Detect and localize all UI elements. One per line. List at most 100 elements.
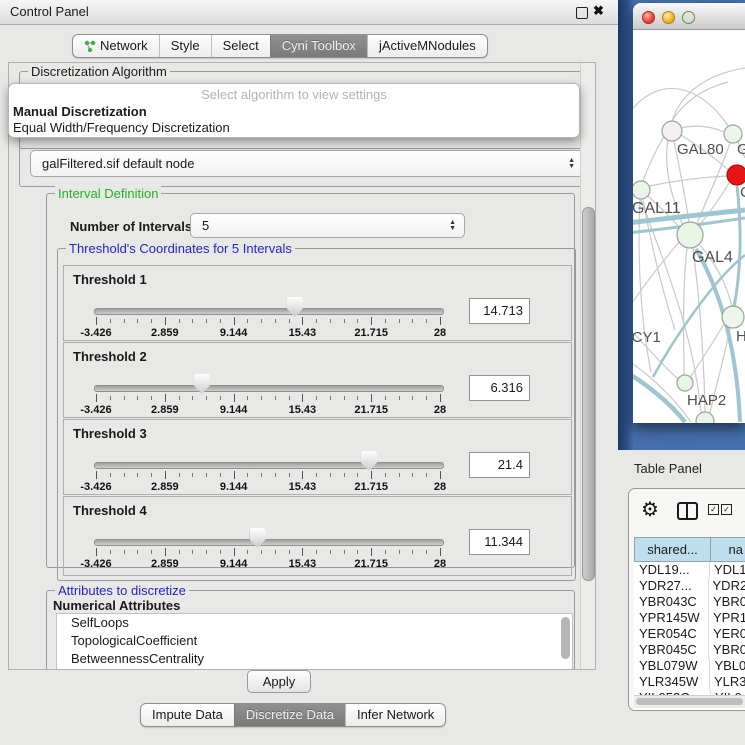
- network-node[interactable]: [677, 375, 693, 391]
- slider-tick: [192, 473, 193, 477]
- slider-tick: [137, 396, 138, 400]
- network-node[interactable]: [633, 181, 650, 199]
- tab-jactivemnodules[interactable]: jActiveMNodules: [367, 35, 487, 57]
- table-row[interactable]: YPR145WYPR1: [634, 610, 745, 626]
- float-window-icon[interactable]: [576, 7, 588, 19]
- apply-button[interactable]: Apply: [247, 670, 311, 693]
- table-data-group: Table Data galFiltered.sif default node …: [19, 133, 591, 187]
- gear-icon[interactable]: ⚙: [641, 497, 659, 522]
- list-scrollbar[interactable]: [561, 617, 570, 659]
- list-item[interactable]: SelfLoops: [57, 614, 572, 632]
- slider-tick: [357, 396, 358, 400]
- table-hscrollbar[interactable]: [634, 695, 745, 708]
- list-item[interactable]: BetweennessCentrality: [57, 650, 572, 668]
- content-scrollbar-thumb[interactable]: [582, 207, 595, 581]
- network-node[interactable]: [677, 222, 703, 248]
- network-window-titlebar[interactable]: [633, 3, 745, 30]
- slider-tick: [165, 471, 166, 479]
- group-title: Threshold's Coordinates for 5 Intervals: [66, 241, 295, 256]
- slider-track[interactable]: [94, 385, 444, 392]
- network-node-label: GAL11: [633, 200, 681, 217]
- network-canvas[interactable]: GAL80GACGAL11GAL4HGCY1HAP2: [633, 30, 745, 423]
- network-node[interactable]: [662, 121, 682, 141]
- column-header-shared-name[interactable]: shared...: [634, 537, 711, 562]
- slider-tick: [302, 394, 303, 402]
- table-cell[interactable]: YBR0: [709, 594, 745, 610]
- network-node-label: GA: [737, 141, 745, 158]
- slider-tick: [440, 317, 441, 325]
- table-row[interactable]: YLR345WYLR3: [634, 674, 745, 690]
- slider-tick: [289, 550, 290, 554]
- close-traffic-light-icon[interactable]: [642, 11, 655, 24]
- slider-tick: [96, 394, 97, 402]
- select-columns-icon[interactable]: ✓ ✓: [708, 504, 732, 515]
- zoom-traffic-light-icon[interactable]: [682, 11, 695, 24]
- table-cell[interactable]: YER0: [709, 626, 745, 642]
- slider-tick: [110, 319, 111, 323]
- table-row[interactable]: YDL19...YDL1: [634, 562, 745, 578]
- slider-tick: [220, 319, 221, 323]
- slider-track[interactable]: [94, 462, 444, 469]
- column-header-name[interactable]: na: [711, 537, 745, 562]
- network-node[interactable]: [696, 412, 714, 423]
- table-cell[interactable]: YBR0: [709, 642, 745, 658]
- network-node[interactable]: [727, 165, 745, 185]
- table-cell[interactable]: YBR043C: [634, 594, 709, 610]
- table-row[interactable]: YBR045CYBR0: [634, 642, 745, 658]
- table-cell[interactable]: YER054C: [634, 626, 709, 642]
- table-cell[interactable]: YDR27...: [634, 578, 709, 594]
- slider-tick-label: 28: [434, 327, 446, 339]
- tab-select[interactable]: Select: [211, 35, 270, 57]
- column-layout-icon[interactable]: [677, 502, 698, 520]
- slider-tick: [137, 473, 138, 477]
- table-row[interactable]: YER054CYER0: [634, 626, 745, 642]
- slider-tick: [275, 396, 276, 400]
- slider-track[interactable]: [94, 308, 444, 315]
- slider-track[interactable]: [94, 539, 444, 546]
- close-icon[interactable]: ✖: [593, 3, 604, 19]
- table-row[interactable]: YDR27...YDR2: [634, 578, 745, 594]
- minimize-traffic-light-icon[interactable]: [662, 11, 675, 24]
- table-cell[interactable]: YBR045C: [634, 642, 709, 658]
- slider-tick: [302, 317, 303, 325]
- numerical-attributes-label: Numerical Attributes: [53, 598, 180, 613]
- tab-discretize-data[interactable]: Discretize Data: [234, 704, 345, 726]
- table-cell[interactable]: YLR3: [710, 674, 745, 690]
- threshold-value-field[interactable]: 11.344: [469, 529, 530, 555]
- menu-item-equal-width-frequency[interactable]: Equal Width/Frequency Discretization: [13, 120, 230, 135]
- network-node[interactable]: [722, 306, 744, 328]
- slider-tick: [110, 396, 111, 400]
- menu-item-manual-discretization[interactable]: Manual Discretization: [13, 104, 147, 119]
- tab-style[interactable]: Style: [159, 35, 211, 57]
- table-cell[interactable]: YPR145W: [634, 610, 709, 626]
- slider-tick-labels: -3.4262.8599.14415.4321.71528: [96, 558, 440, 570]
- list-item[interactable]: TopologicalCoefficient: [57, 632, 572, 650]
- slider-tick-label: 15.43: [289, 481, 317, 493]
- slider-tick: [289, 473, 290, 477]
- table-data-combobox[interactable]: galFiltered.sif default node ▲▼: [30, 150, 584, 177]
- num-intervals-combobox[interactable]: 5 ▲▼: [190, 213, 465, 238]
- threshold-value-field[interactable]: 21.4: [469, 452, 530, 478]
- table-rows: YDL19...YDL1YDR27...YDR2YBR043CYBR0YPR14…: [634, 562, 745, 710]
- tab-cyni-toolbox[interactable]: Cyni Toolbox: [270, 35, 367, 57]
- slider-tick-label: 28: [434, 558, 446, 570]
- tab-infer-network[interactable]: Infer Network: [345, 704, 445, 726]
- table-cell[interactable]: YDL19...: [634, 562, 710, 578]
- table-row[interactable]: YBL079WYBL0: [634, 658, 745, 674]
- slider-tick: [137, 550, 138, 554]
- threshold-value-field[interactable]: 14.713: [469, 298, 530, 324]
- table-cell[interactable]: YDR2: [709, 578, 745, 594]
- table-cell[interactable]: YPR1: [709, 610, 745, 626]
- slider-tick-label: 21.715: [354, 481, 388, 493]
- table-hscrollbar-thumb[interactable]: [636, 698, 743, 705]
- table-cell[interactable]: YBL0: [710, 658, 745, 674]
- table-cell[interactable]: YLR345W: [634, 674, 710, 690]
- table-cell[interactable]: YBL079W: [634, 658, 710, 674]
- table-cell[interactable]: YDL1: [710, 562, 745, 578]
- table-row[interactable]: YBR043CYBR0: [634, 594, 745, 610]
- tab-network[interactable]: Network: [73, 35, 159, 57]
- threshold-value-field[interactable]: 6.316: [469, 375, 530, 401]
- slider-tick: [165, 394, 166, 402]
- slider-tick: [192, 396, 193, 400]
- tab-impute-data[interactable]: Impute Data: [141, 704, 234, 726]
